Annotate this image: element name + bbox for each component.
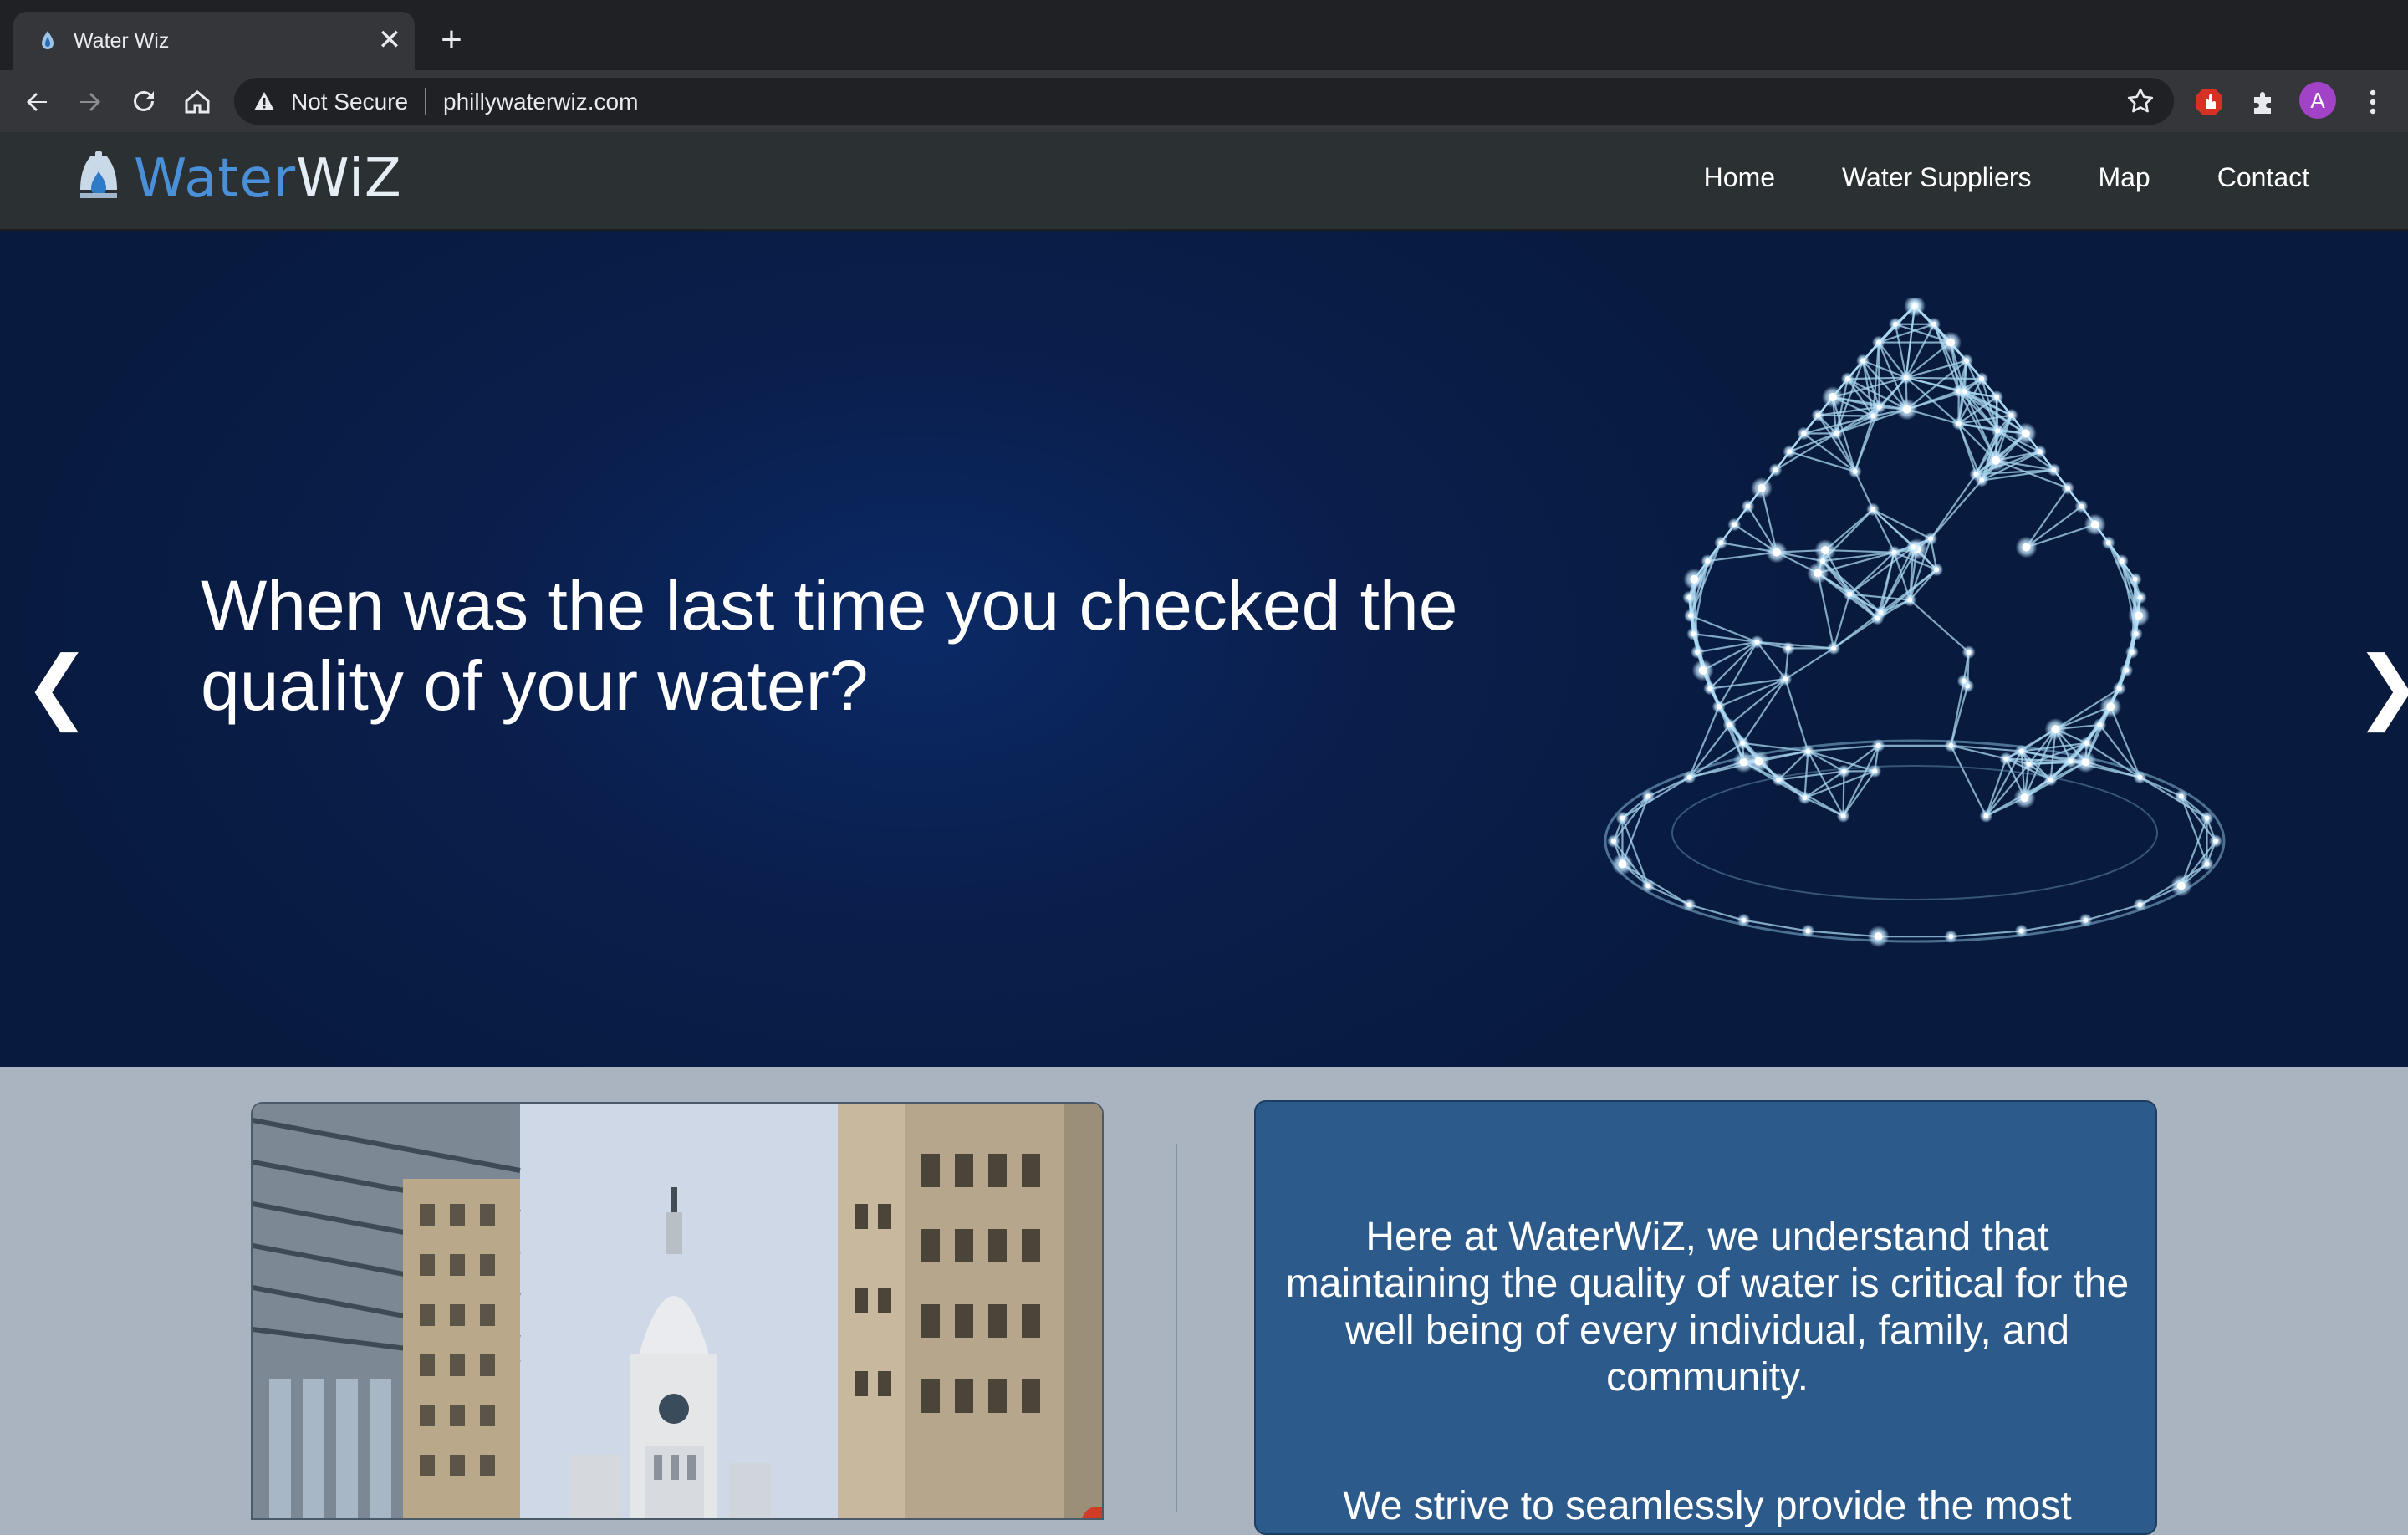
- liberty-bell-drop-icon: [75, 150, 122, 208]
- site-navbar: WaterWiZ Home Water Suppliers Map Contac…: [0, 132, 2408, 231]
- address-bar[interactable]: Not Secure phillywaterwiz.com: [234, 78, 2174, 125]
- tab-title: Water Wiz: [74, 29, 169, 54]
- logo-text-wiz: WiZ: [296, 148, 402, 210]
- nav-link-map[interactable]: Map: [2098, 162, 2150, 193]
- address-divider: [425, 88, 426, 115]
- tab-close-icon[interactable]: ✕: [375, 25, 405, 55]
- url-text[interactable]: phillywaterwiz.com: [443, 89, 638, 115]
- nav-link-contact[interactable]: Contact: [2217, 162, 2309, 193]
- about-card: Here at WaterWiZ, we understand that mai…: [1254, 1100, 2157, 1535]
- back-button[interactable]: [20, 85, 54, 119]
- extensions-puzzle-icon[interactable]: [2246, 85, 2279, 119]
- hero-headline: When was the last time you checked the q…: [201, 565, 1538, 726]
- reload-icon: [127, 85, 161, 119]
- nav-link-home[interactable]: Home: [1704, 162, 1775, 193]
- about-paragraph-1: Here at WaterWiZ, we understand that mai…: [1281, 1214, 2134, 1401]
- browser-toolbar: Not Secure phillywaterwiz.com A: [0, 70, 2408, 132]
- home-button[interactable]: [181, 85, 214, 119]
- carousel-prev-button[interactable]: ❮: [23, 649, 74, 724]
- reload-button[interactable]: [127, 85, 161, 119]
- new-tab-button[interactable]: +: [433, 23, 470, 60]
- site-nav-links: Home Water Suppliers Map Contact: [1637, 162, 2309, 193]
- home-icon: [181, 85, 214, 119]
- forward-button[interactable]: [74, 85, 107, 119]
- browser-tab[interactable]: Water Wiz ✕: [13, 12, 415, 70]
- section-divider: [1176, 1144, 1177, 1512]
- philadelphia-city-hall-photo: [251, 1102, 1104, 1520]
- logo-text-water: Water: [134, 148, 296, 210]
- browser-menu-icon[interactable]: [2356, 85, 2390, 119]
- warning-icon: [253, 89, 276, 113]
- profile-avatar[interactable]: A: [2299, 82, 2336, 119]
- site-logo[interactable]: WaterWiZ: [75, 147, 402, 211]
- bookmark-star-icon[interactable]: [2125, 86, 2155, 116]
- browser-tab-strip: Water Wiz ✕ +: [0, 0, 2408, 70]
- adblock-extension-icon[interactable]: [2192, 85, 2226, 119]
- intro-section: Here at WaterWiZ, we understand that mai…: [0, 1067, 2408, 1505]
- about-paragraph-2: We strive to seamlessly provide the most: [1281, 1483, 2134, 1530]
- carousel-next-button[interactable]: ❯: [2354, 649, 2405, 724]
- favicon-icon: [35, 28, 60, 54]
- back-arrow-icon: [20, 85, 54, 119]
- network-water-drop-illustration: [1589, 298, 2241, 992]
- nav-link-water-suppliers[interactable]: Water Suppliers: [1842, 162, 2031, 193]
- hero-carousel: ❮ When was the last time you checked the…: [0, 231, 2408, 1067]
- security-status[interactable]: Not Secure: [291, 89, 408, 115]
- city-hall-street-image: [253, 1104, 1104, 1520]
- forward-arrow-icon: [74, 85, 107, 119]
